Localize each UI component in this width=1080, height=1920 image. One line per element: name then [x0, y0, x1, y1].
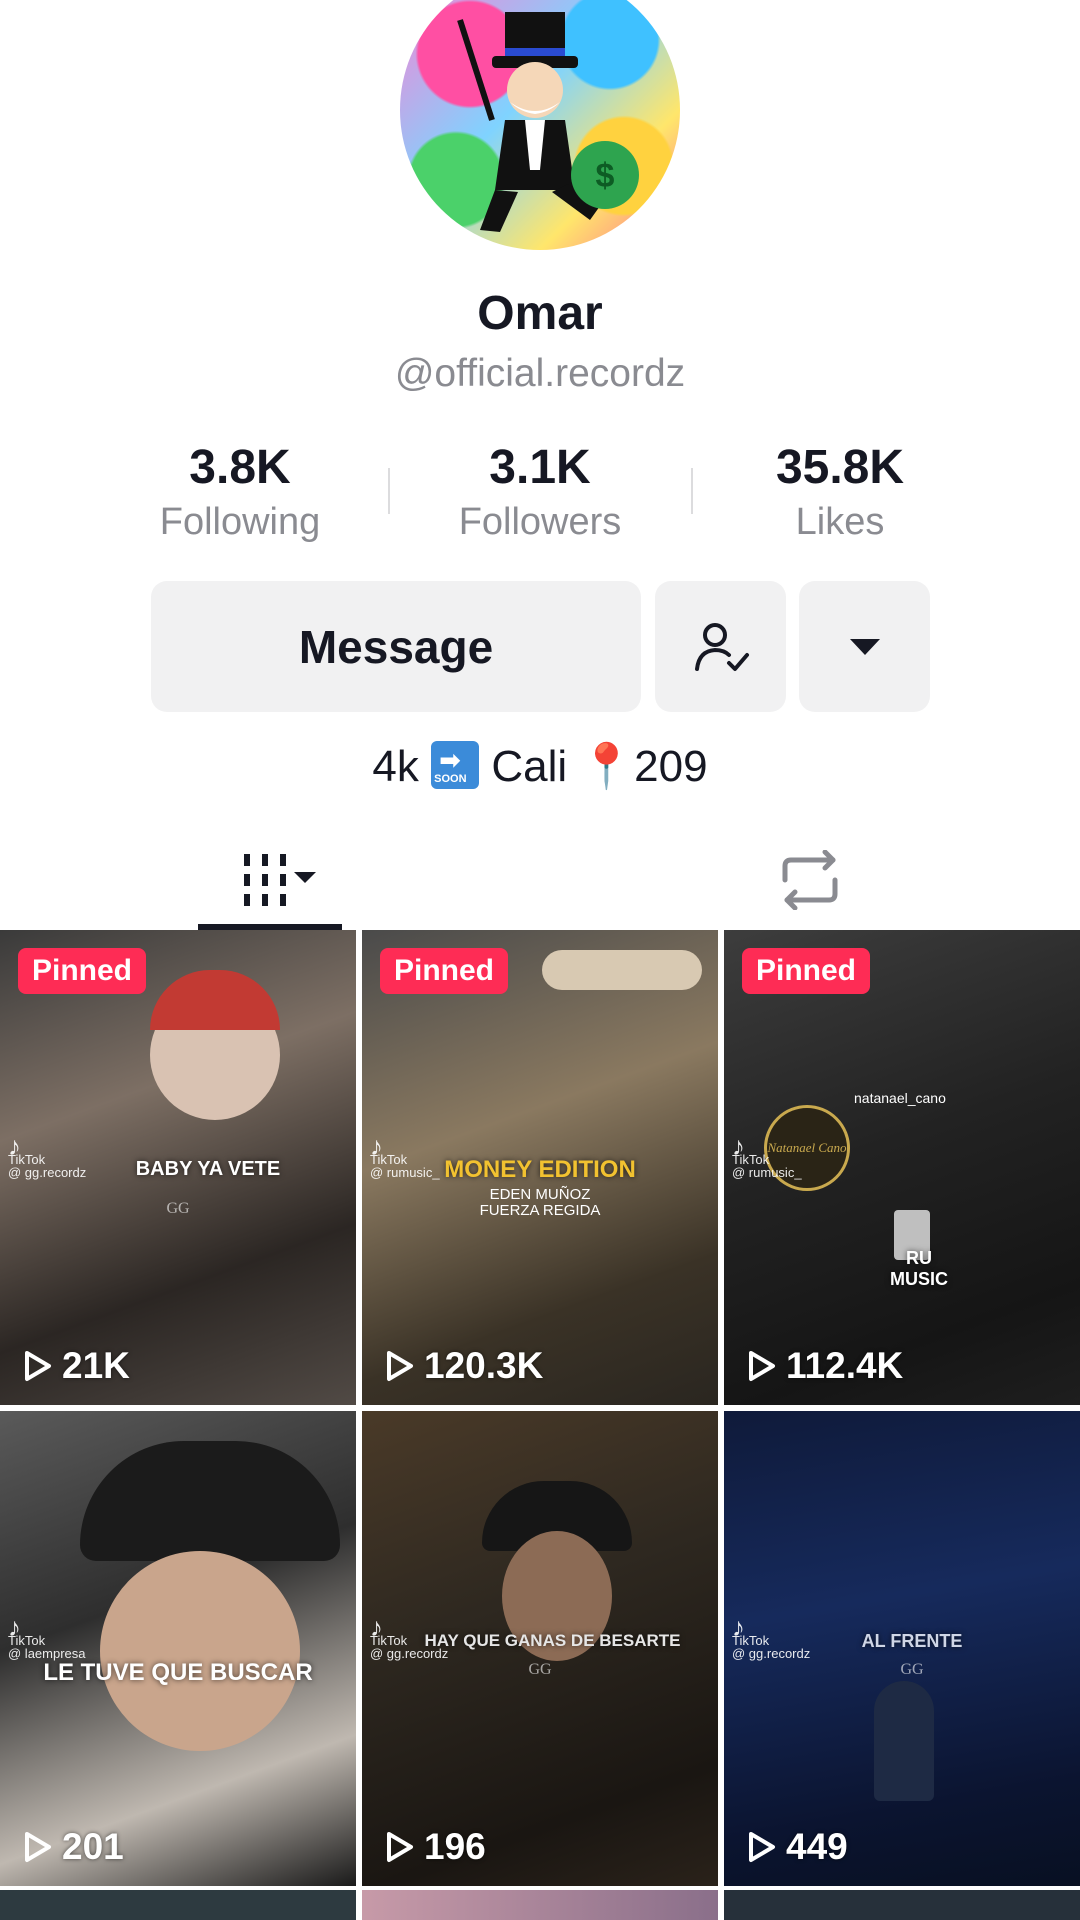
pinned-badge: Pinned	[380, 948, 509, 994]
stat-divider	[691, 468, 693, 514]
play-icon	[25, 1832, 51, 1862]
video-thumbnail-cap	[150, 970, 280, 1030]
tiktok-watermark: ♪ TikTok @ laempresa	[8, 1614, 86, 1660]
video-tile-partial[interactable]	[0, 1890, 356, 1920]
video-caption: LE TUVE QUE BUSCAR	[43, 1659, 313, 1686]
stat-likes-value: 35.8K	[775, 441, 905, 494]
video-tile[interactable]: ♪ TikTok @ gg.recordz AL FRENTE GG 449	[724, 1411, 1080, 1886]
stat-likes-label: Likes	[795, 501, 885, 543]
svg-text:$: $	[596, 157, 615, 195]
more-options-button[interactable]	[799, 581, 930, 712]
play-icon	[387, 1351, 413, 1381]
bio-suffix: Cali 📍209	[491, 742, 708, 791]
video-tile[interactable]: ♪ TikTok @ gg.recordz HAY QUE GANAS DE BES…	[362, 1411, 718, 1886]
video-tile[interactable]: Pinned ♪ TikTok @ rumusic_ MONEY EDITION E…	[362, 930, 718, 1405]
video-thumbnail-figure	[874, 1681, 934, 1801]
profile-avatar[interactable]: $	[400, 0, 680, 250]
view-count-value: 449	[786, 1826, 848, 1867]
video-subcaption: EDEN MUÑOZ	[489, 1186, 591, 1203]
profile-name: Omar	[477, 287, 603, 340]
play-icon	[25, 1351, 51, 1381]
stat-likes[interactable]: 35.8K Likes	[720, 440, 960, 544]
video-tag: GG	[166, 1200, 190, 1217]
play-icon	[749, 1351, 775, 1381]
caret-down-icon	[849, 638, 880, 655]
message-button[interactable]: Message	[151, 581, 641, 712]
video-creator-tag: natanael_cano	[854, 1090, 946, 1106]
video-subcaption: FUERZA REGIDA	[479, 1202, 601, 1219]
monopoly-man-illustration: $	[457, 12, 639, 232]
tab-videos[interactable]	[198, 830, 342, 930]
video-caption: HAY QUE GANAS DE BESARTE	[424, 1631, 681, 1650]
stat-followers-label: Followers	[458, 501, 622, 543]
stat-following-value: 3.8K	[189, 441, 291, 494]
video-thumbnail-face	[100, 1551, 300, 1751]
view-count: 120.3K	[384, 1345, 543, 1387]
video-caption: RU MUSIC	[890, 1248, 948, 1289]
video-caption: BABY YA VETE	[135, 1158, 281, 1180]
video-tile[interactable]: ♪ TikTok @ laempresa LE TUVE QUE BUSCAR 20…	[0, 1411, 356, 1886]
view-count: 201	[22, 1826, 124, 1868]
user-check-icon	[694, 622, 749, 671]
video-tile[interactable]: Pinned natanael_cano Natanael Cano ♪ TikT…	[724, 930, 1080, 1405]
soon-text: SOON	[434, 773, 467, 785]
video-tile[interactable]: Pinned ♪ TikTok @ gg.recordz BABY YA VETE …	[0, 930, 356, 1405]
stat-following-label: Following	[159, 501, 321, 543]
view-count-value: 201	[62, 1826, 124, 1867]
video-tile-partial[interactable]	[362, 1890, 718, 1920]
pinned-badge: Pinned	[742, 948, 871, 994]
soon-arrow-emoji: ➡ SOON	[431, 741, 480, 789]
stat-followers-value: 3.1K	[489, 441, 591, 494]
video-caption: MONEY EDITION	[444, 1156, 636, 1183]
video-thumbnail-cap	[80, 1441, 340, 1561]
video-tile-partial[interactable]	[724, 1890, 1080, 1920]
bio-prefix: 4k	[372, 742, 419, 791]
view-count: 196	[384, 1826, 486, 1868]
view-count: 21K	[22, 1345, 130, 1387]
play-icon	[749, 1832, 775, 1862]
view-count: 449	[746, 1826, 848, 1868]
videos-grid-icon	[244, 854, 316, 906]
stat-divider	[388, 468, 390, 514]
tiktok-watermark: ♪ TikTok @ rumusic_	[732, 1133, 802, 1180]
stat-following[interactable]: 3.8K Following	[120, 440, 360, 544]
view-count-value: 120.3K	[424, 1345, 544, 1386]
view-count-value: 21K	[62, 1345, 130, 1386]
profile-handle: @official.recordz	[394, 352, 686, 395]
play-icon	[387, 1832, 413, 1862]
stat-followers[interactable]: 3.1K Followers	[420, 440, 660, 544]
video-tag: GG	[528, 1661, 552, 1678]
video-tag: GG	[900, 1661, 924, 1678]
repost-icon	[782, 850, 838, 910]
tab-reposts[interactable]	[740, 830, 880, 930]
following-button[interactable]	[655, 581, 786, 712]
view-count: 112.4K	[746, 1345, 903, 1387]
view-count-value: 112.4K	[786, 1345, 904, 1386]
view-count-value: 196	[424, 1826, 486, 1867]
video-thumbnail-hat	[542, 950, 702, 990]
video-caption: AL FRENTE	[861, 1631, 963, 1651]
pinned-badge: Pinned	[18, 948, 147, 994]
watermark-handle: @ rumusic_	[732, 1165, 802, 1180]
profile-bio: 4k ➡ SOON Cali 📍209	[0, 740, 1080, 792]
